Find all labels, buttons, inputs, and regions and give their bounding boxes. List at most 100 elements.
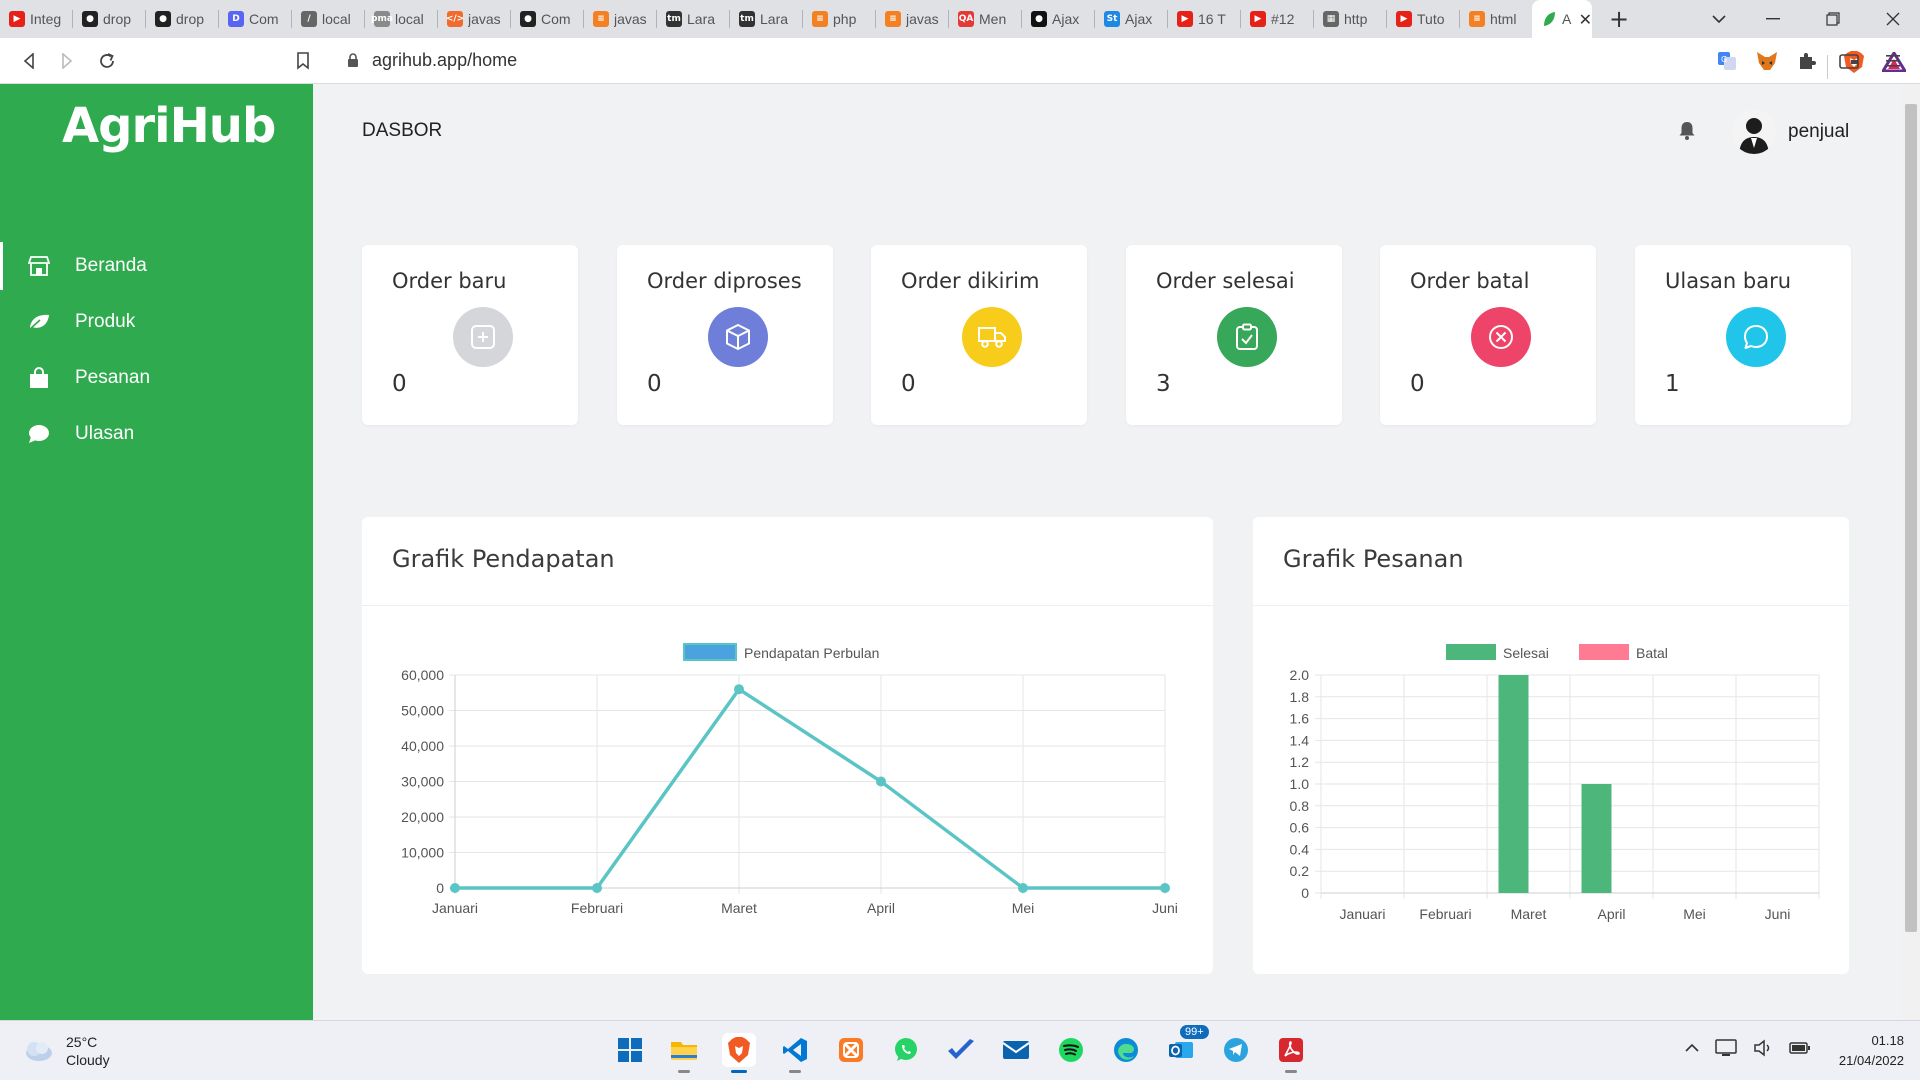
new-tab-button[interactable]: + (1604, 4, 1634, 34)
browser-tab[interactable]: pma local (365, 0, 437, 38)
clock-date: 21/04/2022 (1838, 1053, 1904, 1068)
network-icon[interactable] (1715, 1039, 1737, 1057)
x-tick-label: April (1597, 906, 1625, 922)
speaker-icon[interactable] (1753, 1039, 1773, 1057)
metamask-extension-icon[interactable] (1752, 46, 1782, 76)
x-tick-label: Juni (1152, 900, 1178, 916)
y-tick-label: 1.2 (1290, 754, 1310, 770)
bell-icon[interactable] (1678, 120, 1696, 140)
youtube-icon: ▶ (1177, 11, 1193, 27)
x-tick-label: Maret (721, 900, 757, 916)
acrobat-icon[interactable] (1274, 1033, 1308, 1073)
stat-card-order-dikirim[interactable]: Order dikirim 0 (871, 245, 1087, 425)
browser-tab[interactable]: ≡ javas (876, 0, 948, 38)
avatar[interactable] (1732, 110, 1776, 154)
browser-tab[interactable]: ≡ javas (584, 0, 656, 38)
windows-start-icon[interactable] (613, 1033, 647, 1067)
browser-tab[interactable]: QA Men (949, 0, 1021, 38)
browser-tab[interactable]: D Com (219, 0, 291, 38)
page-scrollbar-thumb[interactable] (1905, 104, 1917, 932)
edge-icon[interactable] (1109, 1033, 1143, 1067)
x-tick-label: April (867, 900, 895, 916)
browser-tab[interactable]: St Ajax (1095, 0, 1167, 38)
outlook-icon[interactable]: 99+ (1164, 1025, 1209, 1067)
close-tab-icon[interactable]: ✕ (1579, 10, 1592, 29)
sidebar-item-label: Pesanan (75, 367, 151, 388)
system-tray (1685, 1039, 1811, 1057)
browser-tab[interactable]: ▶ 16 T (1168, 0, 1240, 38)
app-logo[interactable]: AgriHub (62, 98, 276, 154)
tab-search-chevron-icon[interactable] (1696, 0, 1742, 38)
browser-tab[interactable]: ▶ Integ (0, 0, 72, 38)
file-explorer-icon[interactable] (667, 1033, 701, 1073)
sidebar-item-ulasan[interactable]: Ulasan (0, 410, 313, 458)
tab-title: #12 (1271, 11, 1295, 27)
tab-strip: ▶ Integ ● drop ● drop D Com / local pma local </> jav… (0, 0, 1592, 38)
browser-tab[interactable]: ● drop (73, 0, 145, 38)
forward-button[interactable] (52, 46, 82, 76)
extensions-puzzle-icon[interactable] (1792, 46, 1822, 76)
reload-button[interactable] (92, 46, 122, 76)
y-tick-label: 1.8 (1290, 689, 1310, 705)
browser-tab[interactable]: tm Lara (730, 0, 802, 38)
legend-swatch (683, 643, 737, 661)
back-button[interactable] (14, 46, 44, 76)
address-bar[interactable]: agrihub.app/home (330, 44, 1908, 79)
sidebar-item-produk[interactable]: Produk (0, 298, 313, 346)
stat-card-ulasan-baru[interactable]: Ulasan baru 1 (1635, 245, 1851, 425)
x-tick-label: Mei (1683, 906, 1706, 922)
vscode-icon[interactable] (778, 1033, 812, 1073)
chevron-up-icon[interactable] (1685, 1043, 1699, 1053)
y-tick-label: 0 (436, 880, 444, 896)
stat-card-order-batal[interactable]: Order batal 0 (1380, 245, 1596, 425)
browser-tab[interactable]: ● drop (146, 0, 218, 38)
browser-tab[interactable]: ▦ http (1314, 0, 1386, 38)
browser-tab[interactable]: </> javas (438, 0, 510, 38)
system-clock[interactable]: 01.18 21/04/2022 (1824, 1031, 1904, 1071)
browser-tab[interactable]: ● Com (511, 0, 583, 38)
browser-tab[interactable]: ≡ html (1460, 0, 1532, 38)
browser-tab[interactable]: ≡ php (803, 0, 875, 38)
minimize-button[interactable] (1750, 0, 1796, 38)
mail-icon[interactable] (999, 1033, 1033, 1067)
tab-title: html (1490, 11, 1517, 27)
browser-menu-icon[interactable] (1878, 46, 1908, 76)
youtube-icon: ▶ (9, 11, 25, 27)
discord-icon: D (228, 11, 244, 27)
brave-icon[interactable] (722, 1033, 756, 1073)
running-indicator (678, 1070, 690, 1073)
stat-card-order-baru[interactable]: Order baru 0 (362, 245, 578, 425)
todo-icon[interactable] (944, 1033, 978, 1067)
page-icon: ▦ (1323, 11, 1339, 27)
browser-tab[interactable]: ● Ajax (1022, 0, 1094, 38)
tab-title: Lara (760, 11, 789, 27)
browser-tab[interactable]: ▶ #12 (1241, 0, 1313, 38)
y-tick-label: 50,000 (401, 703, 444, 719)
browser-tab-active[interactable]: A ✕ (1532, 0, 1592, 38)
xampp-icon[interactable] (834, 1033, 868, 1067)
sidebar-item-beranda[interactable]: Beranda (0, 242, 313, 290)
whatsapp-icon[interactable] (889, 1033, 923, 1067)
sidebar-item-pesanan[interactable]: Pesanan (0, 354, 313, 402)
browser-tab[interactable]: ▶ Tuto (1387, 0, 1459, 38)
username[interactable]: penjual (1788, 121, 1849, 143)
stat-card-value: 0 (392, 371, 407, 397)
wallet-icon[interactable] (1834, 46, 1864, 76)
tab-title: Tuto (1417, 11, 1445, 27)
leaf-icon (1541, 11, 1557, 27)
y-tick-label: 0.8 (1290, 798, 1310, 814)
battery-icon[interactable] (1789, 1040, 1811, 1056)
restore-button[interactable] (1810, 0, 1856, 38)
translate-extension-icon[interactable]: G (1712, 46, 1742, 76)
close-window-button[interactable] (1870, 0, 1916, 38)
github-icon: ● (520, 11, 536, 27)
browser-tab[interactable]: tm Lara (657, 0, 729, 38)
sidebar-item-label: Ulasan (75, 423, 135, 444)
stat-card-order-selesai[interactable]: Order selesai 3 (1126, 245, 1342, 425)
weather-widget[interactable]: 25°C Cloudy (22, 1033, 110, 1069)
stat-card-order-diproses[interactable]: Order diproses 0 (617, 245, 833, 425)
bookmark-icon[interactable] (288, 46, 318, 76)
spotify-icon[interactable] (1054, 1033, 1088, 1067)
telegram-icon[interactable] (1219, 1033, 1253, 1067)
browser-tab[interactable]: / local (292, 0, 364, 38)
